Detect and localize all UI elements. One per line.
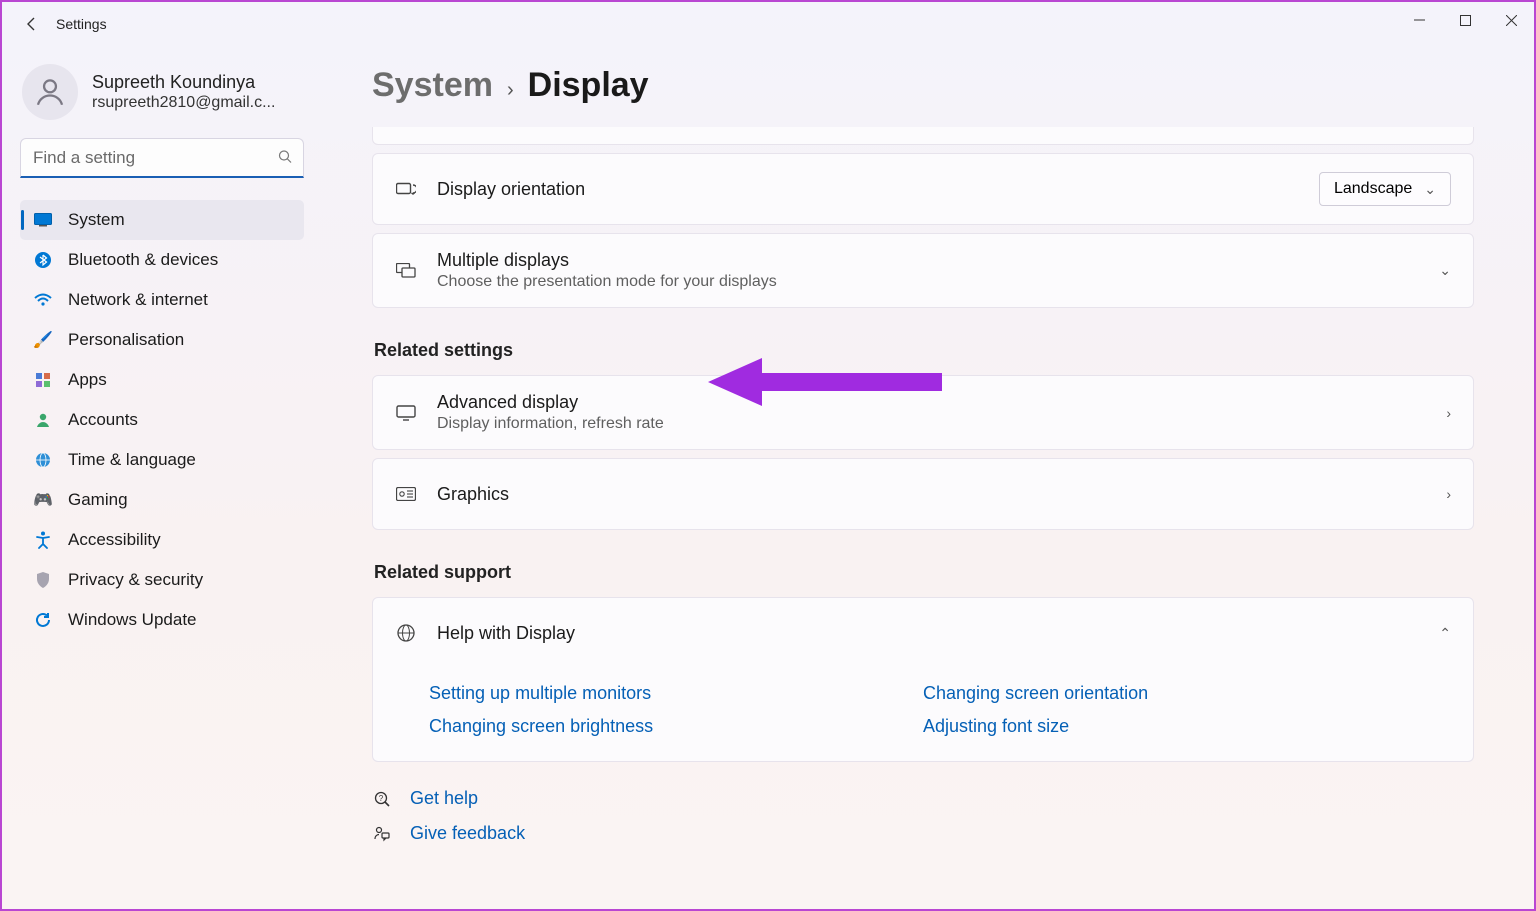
monitor-icon xyxy=(395,405,417,421)
nav-item-network[interactable]: Network & internet xyxy=(20,280,304,320)
card-display-orientation[interactable]: Display orientation Landscape ⌄ xyxy=(372,153,1474,225)
orientation-icon xyxy=(395,181,417,197)
minimize-button[interactable] xyxy=(1396,2,1442,38)
nav-label: Personalisation xyxy=(68,330,184,350)
help-link-multiple-monitors[interactable]: Setting up multiple monitors xyxy=(429,683,923,704)
search-box[interactable] xyxy=(20,138,304,178)
card-graphics[interactable]: Graphics › xyxy=(372,458,1474,530)
shield-icon xyxy=(32,572,54,588)
chevron-right-icon: › xyxy=(507,79,514,102)
account-name: Supreeth Koundinya xyxy=(92,72,275,94)
account-email: rsupreeth2810@gmail.c... xyxy=(92,94,275,112)
apps-icon xyxy=(32,372,54,388)
help-link-orientation[interactable]: Changing screen orientation xyxy=(923,683,1417,704)
dropdown-value: Landscape xyxy=(1334,180,1412,198)
search-icon xyxy=(278,150,292,167)
wifi-icon xyxy=(32,293,54,307)
nav-item-apps[interactable]: Apps xyxy=(20,360,304,400)
card-title: Display orientation xyxy=(437,179,1319,200)
chevron-right-icon: › xyxy=(1446,405,1451,421)
close-button[interactable] xyxy=(1488,2,1534,38)
search-input[interactable] xyxy=(20,138,304,178)
multiple-displays-icon xyxy=(395,263,417,279)
window-title: Settings xyxy=(56,16,107,32)
card-subtitle: Choose the presentation mode for your di… xyxy=(437,273,1439,291)
gamepad-icon: 🎮 xyxy=(32,490,54,510)
card-subtitle: Display information, refresh rate xyxy=(437,415,1446,433)
help-globe-icon xyxy=(395,624,417,642)
avatar xyxy=(22,64,78,120)
person-icon xyxy=(32,412,54,428)
card-title: Advanced display xyxy=(437,392,1446,413)
account-block[interactable]: Supreeth Koundinya rsupreeth2810@gmail.c… xyxy=(20,56,304,138)
nav-item-accounts[interactable]: Accounts xyxy=(20,400,304,440)
brush-icon: 🖌️ xyxy=(32,330,54,350)
card-advanced-display[interactable]: Advanced display Display information, re… xyxy=(372,375,1474,450)
nav-item-time[interactable]: Time & language xyxy=(20,440,304,480)
nav-item-bluetooth[interactable]: Bluetooth & devices xyxy=(20,240,304,280)
nav-label: Windows Update xyxy=(68,610,197,630)
nav-item-gaming[interactable]: 🎮 Gaming xyxy=(20,480,304,520)
chevron-right-icon: › xyxy=(1446,486,1451,502)
nav-label: Network & internet xyxy=(68,290,208,310)
nav-label: Accounts xyxy=(68,410,138,430)
nav-label: Privacy & security xyxy=(68,570,203,590)
card-title: Help with Display xyxy=(437,623,1439,644)
nav-item-privacy[interactable]: Privacy & security xyxy=(20,560,304,600)
nav-item-personalisation[interactable]: 🖌️ Personalisation xyxy=(20,320,304,360)
breadcrumb-root[interactable]: System xyxy=(372,66,493,105)
section-related-settings: Related settings xyxy=(374,340,1474,361)
chevron-up-icon: ⌃ xyxy=(1439,625,1451,642)
nav-list: System Bluetooth & devices Network & int… xyxy=(20,200,304,640)
nav-item-update[interactable]: Windows Update xyxy=(20,600,304,640)
nav-label: System xyxy=(68,210,125,230)
card-title: Multiple displays xyxy=(437,250,1439,271)
system-icon xyxy=(32,213,54,227)
get-help-label: Get help xyxy=(410,788,478,809)
chevron-down-icon: ⌄ xyxy=(1439,262,1451,279)
accessibility-icon xyxy=(32,531,54,549)
card-title: Graphics xyxy=(437,484,1446,505)
nav-label: Apps xyxy=(68,370,107,390)
breadcrumb: System › Display xyxy=(372,66,1474,105)
graphics-icon xyxy=(395,487,417,501)
nav-label: Accessibility xyxy=(68,530,161,550)
nav-label: Gaming xyxy=(68,490,128,510)
section-related-support: Related support xyxy=(374,562,1474,583)
update-icon xyxy=(32,612,54,628)
globe-icon xyxy=(32,452,54,468)
nav-label: Time & language xyxy=(68,450,196,470)
help-link-font-size[interactable]: Adjusting font size xyxy=(923,716,1417,737)
chevron-down-icon: ⌄ xyxy=(1424,181,1436,198)
nav-item-accessibility[interactable]: Accessibility xyxy=(20,520,304,560)
orientation-dropdown[interactable]: Landscape ⌄ xyxy=(1319,172,1451,206)
nav-label: Bluetooth & devices xyxy=(68,250,218,270)
breadcrumb-current: Display xyxy=(528,66,649,105)
maximize-button[interactable] xyxy=(1442,2,1488,38)
card-multiple-displays[interactable]: Multiple displays Choose the presentatio… xyxy=(372,233,1474,308)
help-icon: ? xyxy=(372,791,392,807)
nav-item-system[interactable]: System xyxy=(20,200,304,240)
card-help-with-display[interactable]: Help with Display ⌃ xyxy=(372,597,1474,669)
get-help-link[interactable]: ? Get help xyxy=(372,788,1474,809)
bluetooth-icon xyxy=(32,252,54,268)
help-link-brightness[interactable]: Changing screen brightness xyxy=(429,716,923,737)
give-feedback-label: Give feedback xyxy=(410,823,525,844)
truncated-card-top xyxy=(372,127,1474,145)
help-links-panel: Setting up multiple monitors Changing sc… xyxy=(372,661,1474,762)
give-feedback-link[interactable]: Give feedback xyxy=(372,823,1474,844)
feedback-icon xyxy=(372,826,392,842)
svg-text:?: ? xyxy=(379,794,384,803)
back-button[interactable] xyxy=(12,4,52,44)
